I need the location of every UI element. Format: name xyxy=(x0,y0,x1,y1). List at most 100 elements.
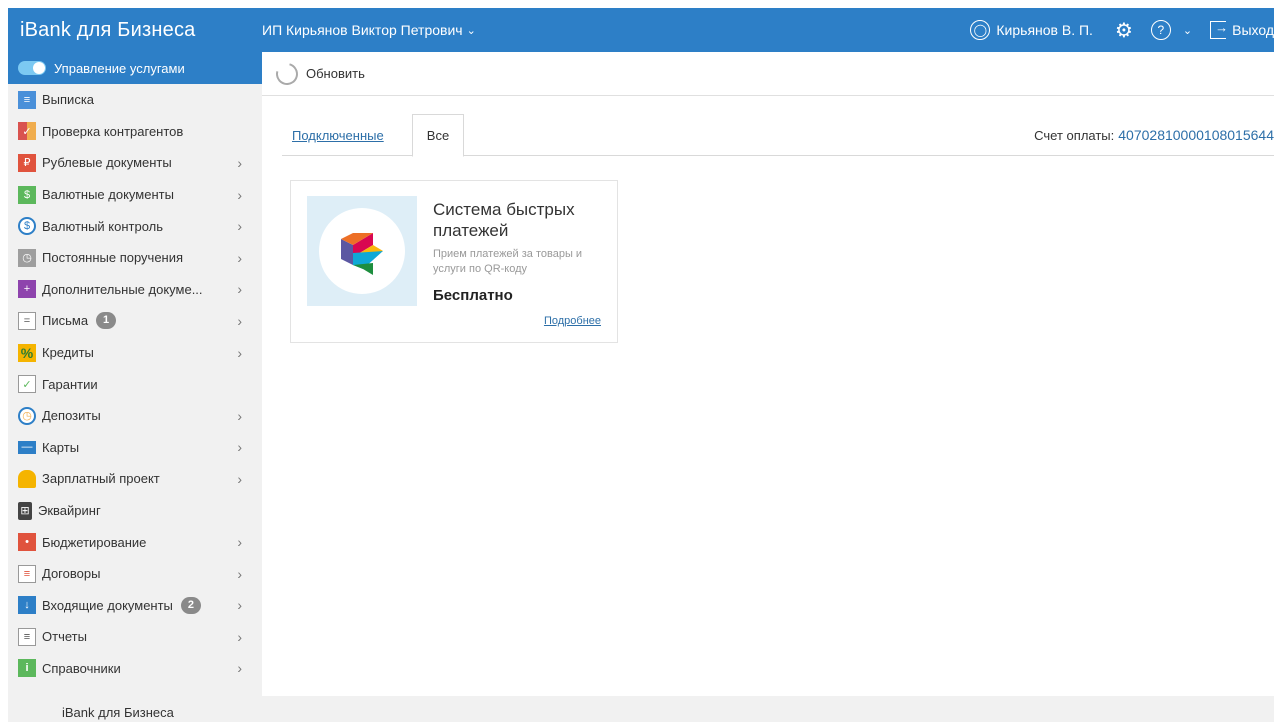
more-details-link[interactable]: Подробнее xyxy=(544,315,601,327)
chevron-right-icon: › xyxy=(237,660,242,677)
standing-orders-icon: ◷ xyxy=(18,248,36,267)
chevron-right-icon: › xyxy=(237,249,242,266)
sidebar-item-label: Гарантии xyxy=(42,376,98,392)
incoming-docs-icon: ↓ xyxy=(18,596,36,615)
credits-icon: % xyxy=(18,343,36,362)
sidebar-item-label: Справочники xyxy=(42,660,121,676)
additional-docs-icon: + xyxy=(18,280,36,299)
tab-all[interactable]: Все xyxy=(412,114,464,157)
chevron-right-icon: › xyxy=(237,565,242,582)
sidebar-item-acquiring[interactable]: ⊞ Эквайринг xyxy=(8,495,262,527)
salary-project-icon xyxy=(18,469,36,488)
help-menu-button[interactable]: ? ⌄ xyxy=(1150,20,1193,40)
sidebar-item-guarantees[interactable]: ✓ Гарантии xyxy=(8,368,262,400)
sidebar-item-budgeting[interactable]: • Бюджетирование › xyxy=(8,526,262,558)
sbp-logo-icon xyxy=(341,233,383,275)
currency-control-icon: $ xyxy=(18,217,36,236)
refresh-button[interactable]: Обновить xyxy=(306,66,365,81)
tabs: Подключенные Все Счет оплаты: 4070281000… xyxy=(282,114,1274,157)
counterparty-check-icon: ✓ xyxy=(18,122,36,141)
main-content: Обновить Подключенные Все Счет оплаты: 4… xyxy=(262,52,1274,696)
sidebar-item-contracts[interactable]: ≡ Договоры › xyxy=(8,558,262,590)
service-description: Прием платежей за товары и услуги по QR-… xyxy=(433,248,583,275)
payment-account-number[interactable]: 40702810000108015644 xyxy=(1118,127,1274,143)
chevron-right-icon: › xyxy=(237,281,242,298)
sidebar-item-standing-orders[interactable]: ◷ Постоянные поручения › xyxy=(8,242,262,274)
sidebar-item-credits[interactable]: % Кредиты › xyxy=(8,337,262,369)
sidebar-item-service-management[interactable]: Управление услугами xyxy=(8,52,262,84)
sidebar-item-cards[interactable]: — Карты › xyxy=(8,432,262,464)
chevron-down-icon: ⌄ xyxy=(466,24,476,37)
chevron-right-icon: › xyxy=(237,597,242,614)
sidebar-item-incoming-docs[interactable]: ↓ Входящие документы 2 › xyxy=(8,590,262,622)
currency-docs-icon: $ xyxy=(18,185,36,204)
help-icon: ? xyxy=(1150,20,1171,40)
sidebar-item-label: Депозиты xyxy=(42,408,101,424)
top-header: iBank для Бизнеса ИП Кирьянов Виктор Пет… xyxy=(8,8,1274,52)
unread-count-badge: 1 xyxy=(96,312,117,330)
payment-account: Счет оплаты: 40702810000108015644 xyxy=(1034,114,1274,156)
sidebar-item-deposits[interactable]: ◷ Депозиты › xyxy=(8,400,262,432)
gear-icon[interactable]: ⚙ xyxy=(1115,18,1133,43)
logout-label: Выход xyxy=(1232,22,1274,38)
letters-icon: = xyxy=(18,311,36,330)
sidebar-item-statement[interactable]: ≡ Выписка xyxy=(8,84,262,116)
chevron-right-icon: › xyxy=(237,344,242,361)
user-icon: ◯ xyxy=(970,20,991,40)
sidebar-item-label: Входящие документы xyxy=(42,597,173,613)
sidebar-item-reports[interactable]: ≡ Отчеты › xyxy=(8,621,262,653)
sidebar-item-counterparty-check[interactable]: ✓ Проверка контрагентов xyxy=(8,116,262,148)
sidebar-item-label: Постоянные поручения xyxy=(42,250,184,266)
chevron-right-icon: › xyxy=(237,439,242,456)
service-title: Система быстрых платежей xyxy=(433,200,575,240)
sidebar-item-label: Зарплатный проект xyxy=(42,471,160,487)
cards-icon: — xyxy=(18,440,36,454)
service-price: Бесплатно xyxy=(433,287,513,304)
sidebar-item-letters[interactable]: = Письма 1 › xyxy=(8,305,262,337)
sidebar-item-label: Кредиты xyxy=(42,345,94,361)
user-name: Кирьянов В. П. xyxy=(996,22,1093,38)
sidebar-item-label: Валютный контроль xyxy=(42,218,164,234)
sidebar-item-label: Отчеты xyxy=(42,629,87,645)
directories-icon: i xyxy=(18,659,36,678)
organization-selector[interactable]: ИП Кирьянов Виктор Петрович ⌄ xyxy=(262,22,476,38)
sidebar-item-label: Дополнительные докуме... xyxy=(42,281,203,297)
sidebar-item-label: Рублевые документы xyxy=(42,155,172,171)
sidebar-item-label: Договоры xyxy=(42,566,101,582)
footer: iBank для Бизнеса xyxy=(8,696,1274,722)
deposits-icon: ◷ xyxy=(18,406,36,425)
sidebar-item-label: Карты xyxy=(42,439,80,455)
sidebar-item-label: Проверка контрагентов xyxy=(42,123,184,139)
refresh-icon[interactable] xyxy=(271,58,303,89)
unread-count-badge: 2 xyxy=(180,596,201,614)
guarantees-icon: ✓ xyxy=(18,375,36,394)
sidebar-item-salary-project[interactable]: Зарплатный проект › xyxy=(8,463,262,495)
chevron-right-icon: › xyxy=(237,470,242,487)
sidebar-item-label: Управление услугами xyxy=(54,60,185,76)
service-image xyxy=(307,196,417,306)
sidebar-item-currency-docs[interactable]: $ Валютные документы › xyxy=(8,179,262,211)
sidebar-item-label: Эквайринг xyxy=(38,503,101,519)
acquiring-icon: ⊞ xyxy=(18,501,32,520)
sidebar-item-currency-control[interactable]: $ Валютный контроль › xyxy=(8,210,262,242)
chevron-down-icon: ⌄ xyxy=(1182,24,1193,37)
brand-title[interactable]: iBank для Бизнеса xyxy=(8,19,262,42)
logout-button[interactable]: Выход xyxy=(1210,20,1274,39)
chevron-right-icon: › xyxy=(237,628,242,645)
toggle-icon xyxy=(18,61,46,75)
sidebar-item-additional-docs[interactable]: + Дополнительные докуме... › xyxy=(8,274,262,306)
service-card[interactable]: Система быстрых платежей Прием платежей … xyxy=(290,180,618,343)
sidebar-item-directories[interactable]: i Справочники › xyxy=(8,653,262,685)
payment-account-label: Счет оплаты: xyxy=(1034,127,1115,143)
sidebar-item-label: Письма xyxy=(42,313,89,329)
chevron-right-icon: › xyxy=(237,312,242,329)
chevron-right-icon: › xyxy=(237,186,242,203)
chevron-right-icon: › xyxy=(237,534,242,551)
user-profile-button[interactable]: ◯ Кирьянов В. П. xyxy=(970,20,1093,40)
contracts-icon: ≡ xyxy=(18,564,36,583)
sidebar-item-label: Выписка xyxy=(42,92,95,108)
toolbar: Обновить xyxy=(262,52,1274,96)
budgeting-icon: • xyxy=(18,533,36,552)
tab-connected[interactable]: Подключенные xyxy=(292,114,384,156)
sidebar-item-ruble-docs[interactable]: ₽ Рублевые документы › xyxy=(8,147,262,179)
